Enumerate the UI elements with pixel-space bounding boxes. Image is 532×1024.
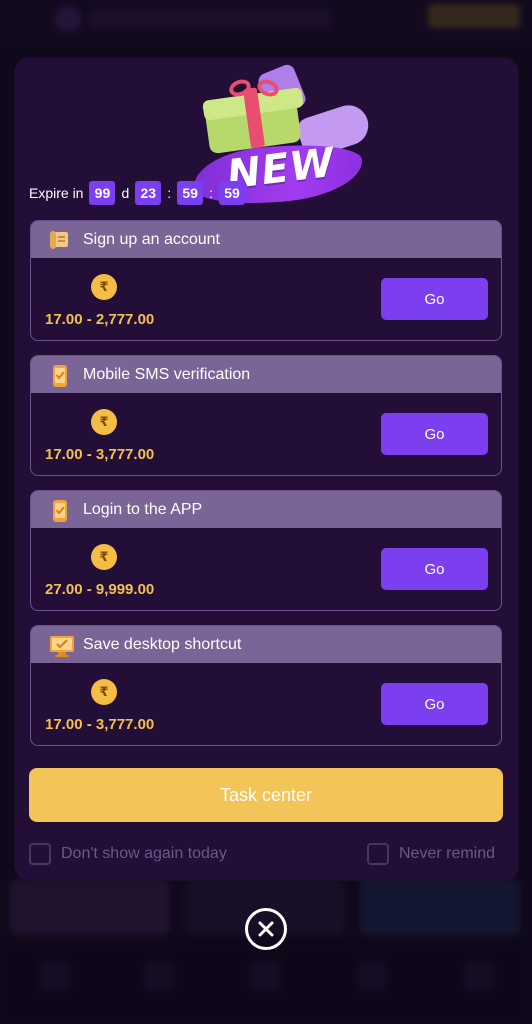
phone-check-icon: [49, 499, 71, 522]
go-button[interactable]: Go: [381, 413, 488, 455]
never-remind-label: Never remind: [399, 845, 496, 862]
rupee-coin-icon: ₹: [91, 409, 117, 435]
go-button[interactable]: Go: [381, 548, 488, 590]
day-unit: d: [121, 185, 130, 201]
task-title: Sign up an account: [83, 230, 220, 248]
task-card-header: Login to the APP: [31, 491, 501, 528]
desktop-check-icon: [49, 634, 74, 657]
task-card-header: Save desktop shortcut: [31, 626, 501, 663]
countdown-minutes: 59: [177, 181, 204, 205]
task-center-button[interactable]: Task center: [29, 768, 503, 822]
never-remind-option[interactable]: Never remind: [367, 843, 495, 865]
task-title: Save desktop shortcut: [83, 635, 242, 653]
reward-amount: 17.00 - 3,777.00: [45, 716, 155, 733]
countdown-seconds: 59: [219, 181, 246, 205]
expire-label: Expire in: [29, 185, 84, 201]
dont-show-today-checkbox[interactable]: [29, 843, 51, 865]
close-icon: [258, 921, 274, 937]
scroll-icon: [49, 229, 71, 251]
close-modal-button[interactable]: [245, 908, 287, 950]
phone-check-icon: [49, 364, 71, 387]
go-button[interactable]: Go: [381, 683, 488, 725]
go-button[interactable]: Go: [381, 278, 488, 320]
dont-show-today-label: Don't show again today: [61, 845, 227, 862]
task-card-sign-up: Sign up an account ₹ 17.00 - 2,777.00 Go: [30, 220, 502, 341]
task-title: Mobile SMS verification: [83, 365, 251, 383]
task-card-header: Mobile SMS verification: [31, 356, 501, 393]
countdown-days: 99: [89, 181, 116, 205]
time-separator: :: [167, 185, 172, 201]
rupee-coin-icon: ₹: [91, 274, 117, 300]
reward-amount: 27.00 - 9,999.00: [45, 581, 155, 598]
never-remind-checkbox[interactable]: [367, 843, 389, 865]
task-card-desktop-shortcut: Save desktop shortcut ₹ 17.00 - 3,777.00…: [30, 625, 502, 746]
task-card-header: Sign up an account: [31, 221, 501, 258]
expire-countdown: Expire in 99 d 23 : 59 : 59: [29, 181, 246, 205]
gift-box-icon: [202, 76, 304, 155]
task-card-login-app: Login to the APP ₹ 27.00 - 9,999.00 Go: [30, 490, 502, 611]
time-separator: :: [209, 185, 214, 201]
task-title: Login to the APP: [83, 500, 203, 518]
rupee-coin-icon: ₹: [91, 544, 117, 570]
dont-show-today-option[interactable]: Don't show again today: [29, 843, 227, 865]
task-card-sms-verification: Mobile SMS verification ₹ 17.00 - 3,777.…: [30, 355, 502, 476]
new-user-task-modal: NEW Expire in 99 d 23 : 59 : 59 Sign up …: [15, 58, 518, 880]
countdown-hours: 23: [135, 181, 162, 205]
reward-amount: 17.00 - 3,777.00: [45, 446, 155, 463]
reward-amount: 17.00 - 2,777.00: [45, 311, 155, 328]
rupee-coin-icon: ₹: [91, 679, 117, 705]
